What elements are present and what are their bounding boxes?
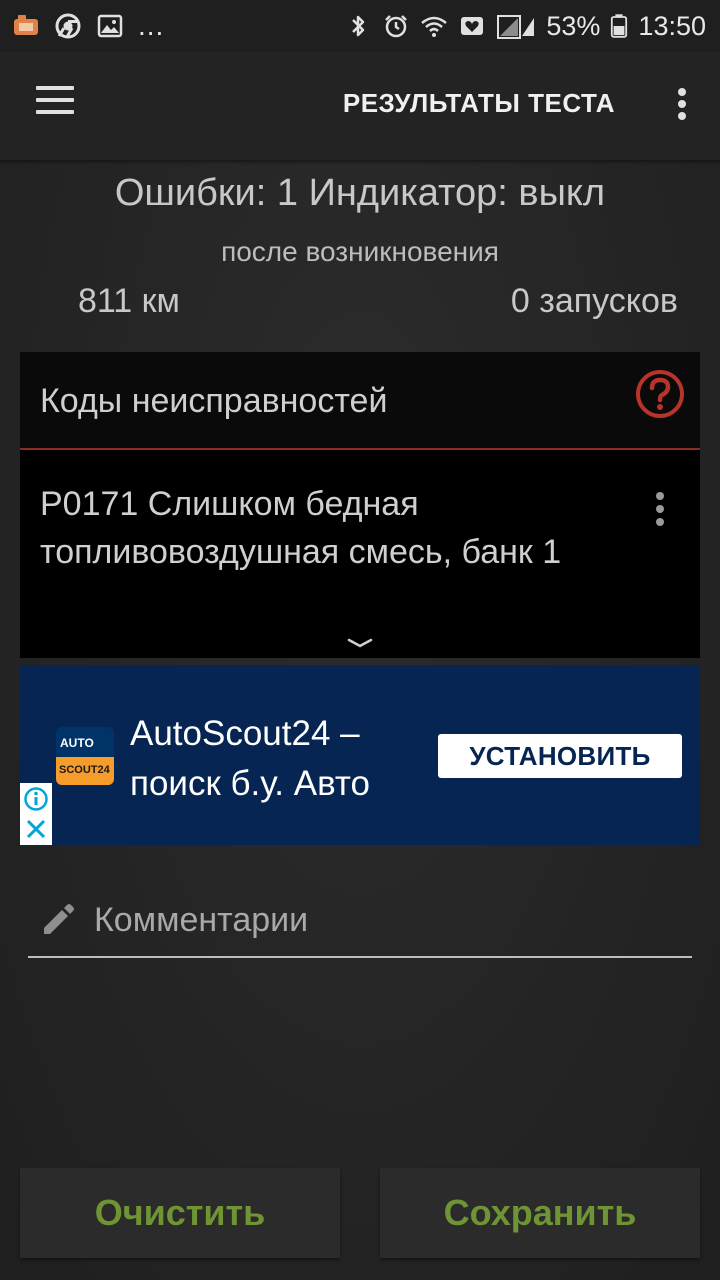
pencil-icon bbox=[44, 904, 74, 934]
errors-indicator-summary: Ошибки: 1 Индикатор: выкл bbox=[114, 172, 606, 214]
comment-input[interactable] bbox=[92, 894, 686, 946]
more-vert-icon[interactable] bbox=[672, 84, 692, 124]
since-label: после возникновения bbox=[221, 236, 499, 267]
chevron-down-icon[interactable] bbox=[346, 636, 374, 652]
info-icon[interactable] bbox=[23, 786, 49, 812]
logo-text-bottom: SCOUT24 bbox=[59, 764, 110, 776]
battery-icon bbox=[611, 14, 628, 38]
trouble-code-menu-icon[interactable] bbox=[654, 492, 666, 526]
comment-field[interactable] bbox=[28, 886, 692, 958]
trouble-codes-header: Коды неисправностей bbox=[20, 352, 700, 450]
save-button[interactable]: Сохранить bbox=[380, 1168, 700, 1258]
trouble-codes-title: Коды неисправностей bbox=[40, 382, 388, 420]
ad-title: AutoScout24 – поиск б.у. Авто bbox=[130, 714, 370, 803]
autoscout24-logo: AUTO SCOUT24 bbox=[56, 727, 114, 785]
notification-overflow: ... bbox=[138, 10, 165, 41]
gallery-icon bbox=[97, 14, 123, 38]
status-bar: ... 53% 13:50 bbox=[0, 0, 720, 52]
distance-value: 811 км bbox=[78, 282, 180, 320]
trouble-codes-card: Коды неисправностей P0171 Слишком бедная… bbox=[20, 352, 700, 658]
battery-percent: 53% bbox=[546, 10, 601, 41]
install-button[interactable]: УСТАНОВИТЬ bbox=[438, 734, 682, 778]
close-icon[interactable] bbox=[24, 817, 48, 841]
starts-value: 0 запусков bbox=[510, 282, 678, 320]
heart-icon bbox=[461, 17, 484, 35]
trouble-code-item[interactable]: P0171 Слишком бедная топливовоздушная см… bbox=[40, 480, 620, 576]
clock: 13:50 bbox=[638, 10, 706, 41]
ad-choices bbox=[20, 783, 52, 845]
bluetooth-icon bbox=[352, 15, 365, 37]
app-bar: РЕЗУЛЬТАТЫ ТЕСТА bbox=[0, 52, 720, 160]
chrome-icon bbox=[55, 13, 81, 39]
alarm-icon bbox=[385, 15, 408, 38]
app-notification-icon bbox=[14, 15, 38, 35]
logo-text-top: AUTO bbox=[60, 736, 94, 750]
help-circle-icon[interactable] bbox=[634, 368, 686, 420]
signal-icon bbox=[497, 15, 535, 39]
hamburger-menu-icon[interactable] bbox=[36, 86, 76, 118]
ad-banner[interactable]: AUTO SCOUT24 AutoScout24 – поиск б.у. Ав… bbox=[20, 665, 700, 845]
clear-button[interactable]: Очистить bbox=[20, 1168, 340, 1258]
page-title: РЕЗУЛЬТАТЫ ТЕСТА bbox=[342, 88, 615, 118]
screen: ... 53% 13:50 РЕЗУЛЬТАТЫ ТЕСТА Ошибки: 1… bbox=[0, 0, 720, 1280]
wifi-icon bbox=[421, 16, 448, 37]
